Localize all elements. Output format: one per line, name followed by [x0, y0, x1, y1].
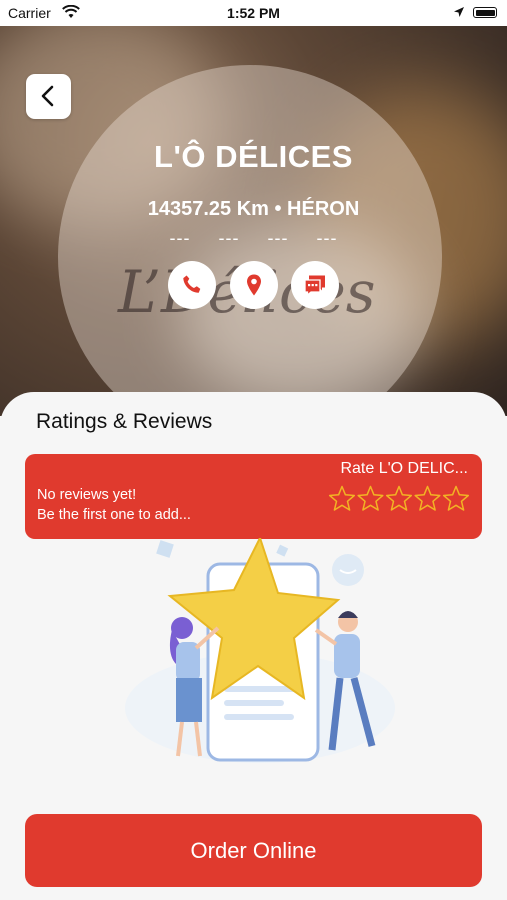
star-icon [328, 485, 356, 511]
rating-card[interactable]: Rate L'O DELIC... No reviews yet! Be the… [25, 454, 482, 539]
chat-icon [304, 275, 325, 297]
no-reviews-line: No reviews yet! [37, 487, 137, 503]
directions-button[interactable] [230, 261, 278, 309]
status-bar: Carrier 1:52 PM [0, 0, 507, 26]
call-button[interactable] [168, 261, 216, 309]
map-pin-icon [247, 274, 261, 296]
clock: 1:52 PM [227, 5, 280, 21]
battery-icon [473, 7, 497, 18]
order-online-button[interactable]: Order Online [25, 814, 482, 887]
chevron-left-icon [41, 85, 54, 107]
restaurant-distance: 14357.25 Km • HÉRON [147, 198, 360, 220]
star-icon [385, 485, 413, 511]
star-icon [357, 485, 384, 511]
reviews-illustration [110, 535, 410, 768]
no-reviews-message: No reviews yet! Be the first one to add.… [37, 485, 191, 525]
rate-restaurant-label[interactable]: Rate L'O DELIC... [340, 460, 468, 478]
star-icon [414, 485, 441, 511]
back-button[interactable] [26, 74, 71, 119]
hero-header: L’Délices [0, 26, 507, 416]
phone-icon [183, 275, 201, 293]
star-rating[interactable] [328, 485, 470, 518]
ratings-section-title: Ratings & Reviews [36, 410, 213, 433]
location-arrow-icon [453, 5, 465, 21]
message-button[interactable] [291, 261, 339, 309]
first-review-prompt: Be the first one to add... [37, 507, 191, 523]
restaurant-name: L'Ô DÉLICES [154, 139, 353, 174]
info-placeholders: --- --- --- --- [169, 228, 338, 248]
star-icon [442, 485, 470, 511]
